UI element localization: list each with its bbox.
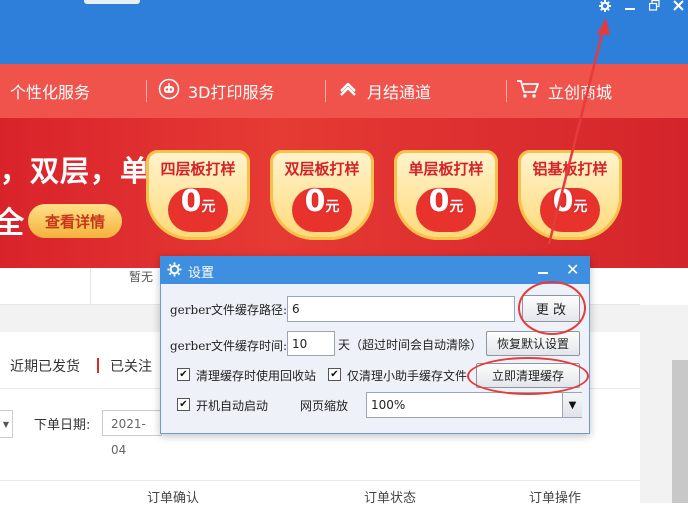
- zoom-label: 网页缩放: [300, 399, 349, 413]
- link-icon: [337, 78, 367, 104]
- nav-item-3d-print[interactable]: 3D打印服务: [158, 64, 275, 118]
- banner-headline-2: 全: [0, 206, 24, 241]
- assistant-only-label: 仅清理小助手缓存文件: [347, 369, 468, 383]
- promo-price: 0元: [428, 184, 464, 219]
- nav-item-label: 月结通道: [367, 83, 432, 102]
- promo-title: 铝基板打样: [532, 160, 608, 178]
- column-header: 订单状态: [364, 491, 417, 506]
- cache-time-input[interactable]: 10: [287, 331, 335, 356]
- tab-recent-shipped[interactable]: 近期已发货: [10, 356, 80, 376]
- robot-icon: [158, 78, 188, 104]
- promo-price: 0元: [180, 184, 216, 219]
- cart-icon: [516, 78, 548, 104]
- close-icon[interactable]: [672, 0, 684, 14]
- dialog-title: 设置: [188, 266, 215, 281]
- nav-item-mall[interactable]: 立创商城: [516, 64, 612, 118]
- cache-time-label: gerber文件缓存时间:: [170, 339, 288, 353]
- gear-icon: [167, 262, 182, 280]
- dialog-titlebar: [160, 256, 590, 284]
- autostart-checkbox[interactable]: ✔: [177, 398, 190, 411]
- tab-followed[interactable]: 已关注: [110, 356, 152, 376]
- promo-card[interactable]: 四层板打样 0元: [146, 150, 250, 240]
- view-details-button[interactable]: 查看详情: [28, 204, 122, 238]
- table-header-divider: [0, 480, 640, 481]
- column-header: 订单操作: [529, 491, 582, 506]
- use-recycle-checkbox[interactable]: ✔: [177, 368, 190, 381]
- minimize-icon[interactable]: [538, 272, 548, 274]
- promo-card[interactable]: 单层板打样 0元: [394, 150, 498, 240]
- nav-item-label: 个性化服务: [10, 83, 91, 102]
- zoom-select[interactable]: 100%: [366, 392, 582, 418]
- autostart-label: 开机自动启动: [196, 399, 269, 413]
- nav-divider: [506, 80, 507, 102]
- triangle-down-icon: ▼: [2, 419, 10, 429]
- annotation-circle: [518, 281, 586, 335]
- nav-item-label: 3D打印服务: [188, 83, 275, 102]
- title-tab: [84, 0, 140, 4]
- cache-path-input[interactable]: 6: [287, 296, 515, 322]
- nav-divider: [325, 80, 326, 102]
- check-icon: ✔: [179, 368, 188, 380]
- promo-price: 0元: [552, 184, 588, 219]
- promo-title: 双层板打样: [284, 160, 360, 178]
- promo-price: 0元: [304, 184, 340, 219]
- nav-item-monthly[interactable]: 月结通道: [337, 64, 431, 118]
- order-date-input[interactable]: 2021-04: [102, 410, 162, 457]
- cache-time-suffix: 天（超过时间会自动清除）: [338, 338, 483, 352]
- check-icon: ✔: [330, 368, 339, 380]
- check-icon: ✔: [179, 398, 188, 410]
- gear-icon[interactable]: [598, 0, 612, 14]
- maximize-icon[interactable]: [648, 0, 660, 14]
- nav-divider: [146, 80, 147, 102]
- assistant-only-checkbox[interactable]: ✔: [328, 368, 341, 381]
- page-scrollbar[interactable]: [672, 360, 688, 503]
- zoom-value: 100%: [371, 398, 406, 412]
- strip-label: 暂无: [129, 270, 154, 284]
- triangle-down-icon: ▼: [568, 399, 577, 411]
- cache-path-label: gerber文件缓存路径:: [170, 303, 288, 317]
- filter-select[interactable]: ▼: [0, 410, 13, 438]
- app-titlebar: [0, 0, 688, 64]
- promo-card[interactable]: 铝基板打样 0元: [518, 150, 622, 240]
- tab-divider: [97, 358, 99, 373]
- order-date-label: 下单日期:: [34, 418, 91, 433]
- column-header: 订单确认: [147, 491, 200, 506]
- use-recycle-label: 清理缓存时使用回收站: [196, 369, 317, 383]
- nav-item-label: 立创商城: [548, 83, 613, 102]
- nav-item-custom-service[interactable]: 个性化服务: [10, 64, 90, 118]
- annotation-circle: [467, 357, 589, 395]
- restore-defaults-button[interactable]: 恢复默认设置: [486, 331, 580, 356]
- close-icon[interactable]: ✕: [566, 260, 579, 279]
- minimize-icon[interactable]: [624, 0, 636, 14]
- promo-title: 四层板打样: [160, 160, 236, 178]
- strip-divider: [90, 268, 91, 304]
- promo-title: 单层板打样: [408, 160, 484, 178]
- promo-card[interactable]: 双层板打样 0元: [270, 150, 374, 240]
- zoom-dropdown-arrow[interactable]: ▼: [562, 393, 582, 417]
